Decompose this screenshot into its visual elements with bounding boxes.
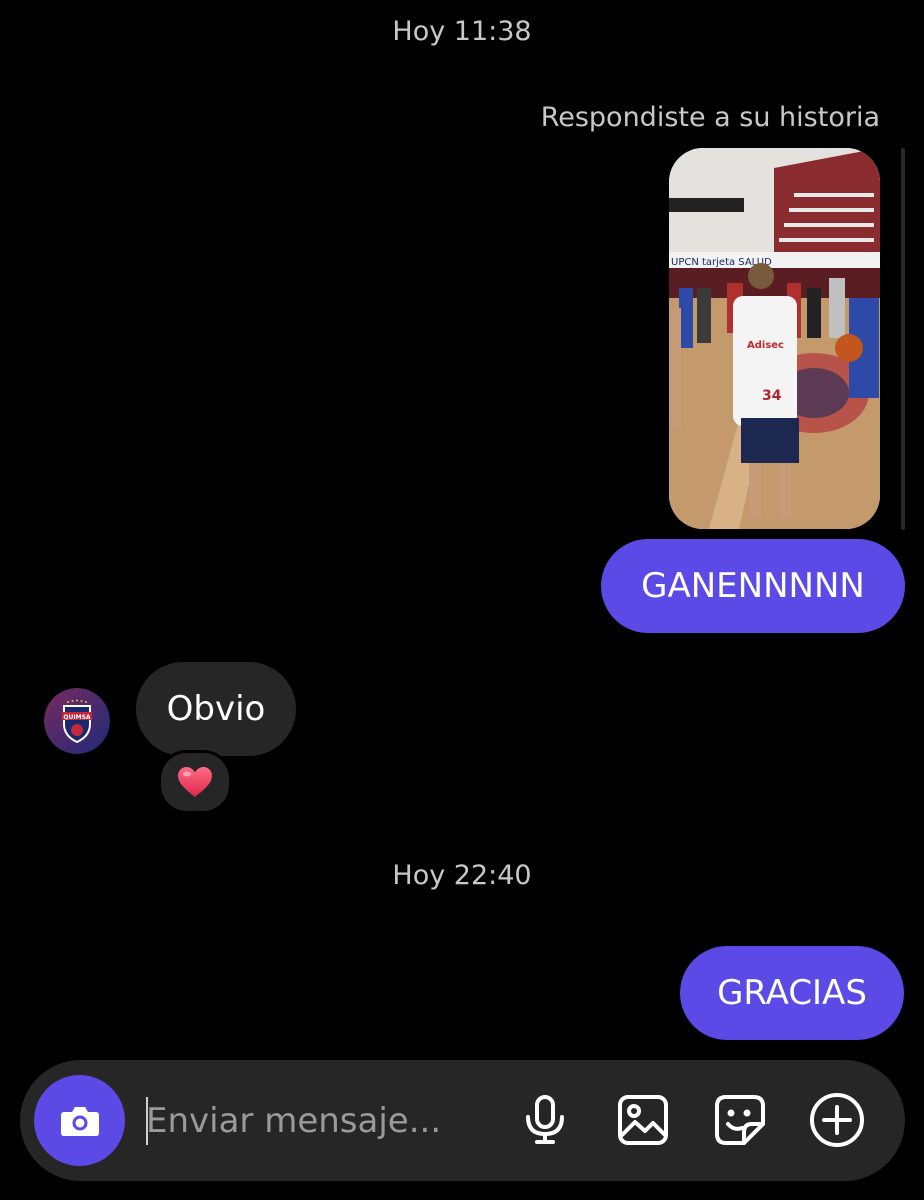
sent-message[interactable]: GANENNNNN — [601, 539, 905, 633]
jersey-number: 34 — [762, 388, 782, 404]
gallery-icon — [618, 1095, 668, 1145]
message-text: GRACIAS — [717, 973, 867, 1013]
timestamp: Hoy 11:38 — [392, 16, 532, 47]
scrollbar[interactable] — [901, 148, 905, 530]
quimsa-logo-icon: QUIMSA — [44, 688, 110, 754]
avatar-text: QUIMSA — [63, 714, 90, 721]
avatar[interactable]: QUIMSA — [44, 688, 110, 754]
message-input[interactable] — [146, 1088, 486, 1154]
gallery-button[interactable] — [613, 1090, 673, 1150]
more-button[interactable] — [807, 1090, 867, 1150]
story-thumbnail[interactable]: UPCN tarjeta SALUD Adisec 34 — [669, 148, 880, 529]
sent-message[interactable]: GRACIAS — [680, 946, 904, 1040]
message-composer — [20, 1060, 905, 1181]
sticker-button[interactable] — [710, 1090, 770, 1150]
jersey-sponsor: Adisec — [747, 340, 784, 351]
timestamp: Hoy 22:40 — [392, 860, 532, 891]
camera-icon — [60, 1106, 99, 1136]
received-message[interactable]: Obvio — [136, 662, 296, 756]
plus-circle-icon — [810, 1093, 864, 1147]
camera-button[interactable] — [34, 1075, 125, 1166]
message-text: Obvio — [166, 689, 266, 729]
story-image: UPCN tarjeta SALUD Adisec 34 — [669, 148, 880, 529]
microphone-icon — [526, 1095, 564, 1144]
reaction-badge[interactable] — [158, 750, 232, 814]
heart-icon — [178, 767, 212, 797]
story-reply-label: Respondiste a su historia — [540, 102, 880, 133]
message-text: GANENNNNN — [641, 566, 865, 606]
microphone-button[interactable] — [515, 1090, 575, 1150]
sticker-icon — [715, 1095, 765, 1145]
